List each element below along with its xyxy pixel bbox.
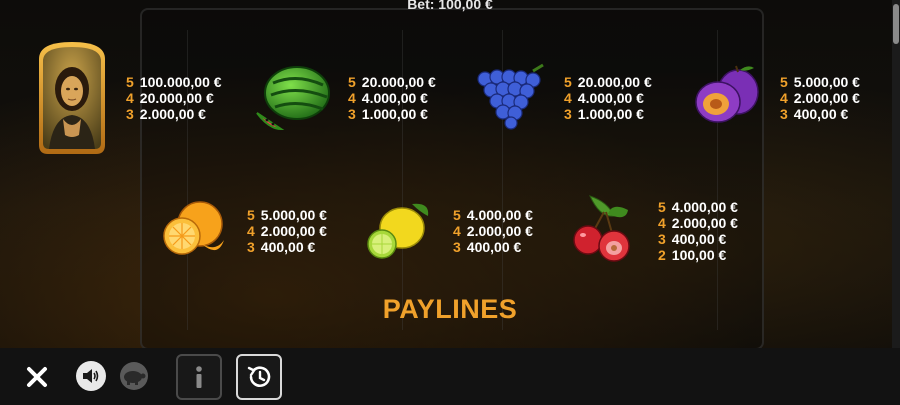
scrollbar-thumb[interactable] xyxy=(893,4,899,44)
mona-lisa-symbol xyxy=(33,39,111,157)
grapes-paytable: 5 20.000,00 € 4 4.000,00 € 3 1.000,00 € xyxy=(564,74,652,122)
pay-row: 4 2.000,00 € xyxy=(780,90,860,106)
sound-icon xyxy=(83,369,99,383)
close-icon xyxy=(27,367,47,387)
lemon-paytable: 5 4.000,00 € 4 2.000,00 € 3 400,00 € xyxy=(453,207,533,255)
info-icon xyxy=(196,366,202,388)
pay-row: 3 2.000,00 € xyxy=(126,106,206,122)
pay-row: 2 100,00 € xyxy=(658,247,727,263)
plum-symbol xyxy=(690,64,764,128)
pay-row: 3 400,00 € xyxy=(453,239,522,255)
pay-row: 4 2.000,00 € xyxy=(247,223,327,239)
bet-label: Bet: 100,00 € xyxy=(407,0,493,12)
info-button[interactable] xyxy=(176,354,222,400)
pay-row: 5 5.000,00 € xyxy=(247,207,327,223)
close-button[interactable] xyxy=(22,362,52,392)
turbo-button[interactable] xyxy=(117,360,151,392)
pay-row: 3 1.000,00 € xyxy=(564,106,644,122)
pay-row: 5 5.000,00 € xyxy=(780,74,860,90)
pay-row: 4 4.000,00 € xyxy=(348,90,428,106)
pay-row: 4 4.000,00 € xyxy=(564,90,644,106)
pay-row: 5 20.000,00 € xyxy=(564,74,652,90)
pay-row: 5 20.000,00 € xyxy=(348,74,436,90)
paylines-heading: PAYLINES xyxy=(382,294,518,324)
pay-row: 4 2.000,00 € xyxy=(453,223,533,239)
pay-row: 3 400,00 € xyxy=(247,239,316,255)
cherries-paytable: 5 4.000,00 € 4 2.000,00 € 3 400,00 € 2 100,0… xyxy=(658,199,738,263)
pay-row: 3 400,00 € xyxy=(658,231,727,247)
watermelon-symbol xyxy=(253,63,333,131)
plum-paytable: 5 5.000,00 € 4 2.000,00 € 3 400,00 € xyxy=(780,74,860,122)
orange-symbol xyxy=(158,196,230,262)
grapes-symbol xyxy=(471,63,551,131)
pay-row: 4 20.000,00 € xyxy=(126,90,214,106)
mona-lisa-paytable: 5 100.000,00 € 4 20.000,00 € 3 2.000,00 € xyxy=(126,74,222,122)
history-icon xyxy=(247,366,271,387)
lemon-symbol xyxy=(364,198,436,264)
pay-row: 4 2.000,00 € xyxy=(658,215,738,231)
history-button[interactable] xyxy=(236,354,282,400)
pay-row: 3 400,00 € xyxy=(780,106,849,122)
watermelon-paytable: 5 20.000,00 € 4 4.000,00 € 3 1.000,00 € xyxy=(348,74,436,122)
pay-row: 5 100.000,00 € xyxy=(126,74,222,90)
turbo-turtle-icon xyxy=(120,362,148,390)
cherries-symbol xyxy=(568,192,642,268)
pay-row: 5 4.000,00 € xyxy=(658,199,738,215)
sound-button[interactable] xyxy=(76,361,106,391)
pay-row: 3 1.000,00 € xyxy=(348,106,428,122)
bottom-toolbar xyxy=(0,348,900,405)
pay-row: 5 4.000,00 € xyxy=(453,207,533,223)
orange-paytable: 5 5.000,00 € 4 2.000,00 € 3 400,00 € xyxy=(247,207,327,255)
